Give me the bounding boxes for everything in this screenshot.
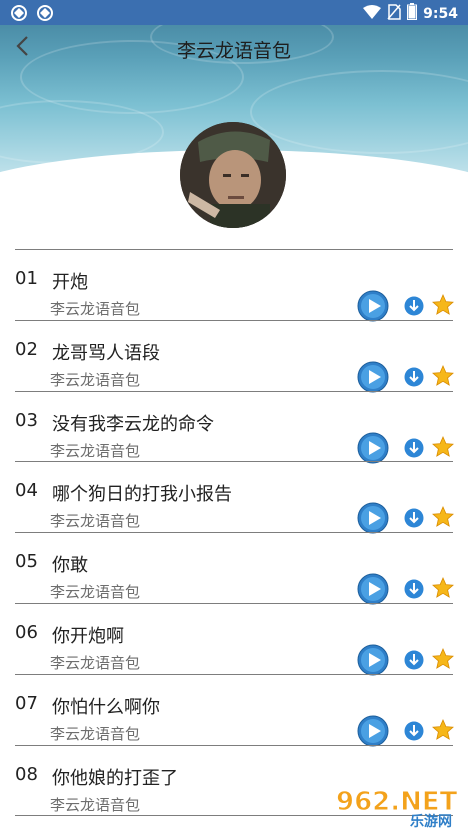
play-icon[interactable]	[357, 715, 389, 747]
page-title: 李云龙语音包	[176, 40, 291, 62]
track-row[interactable]: 03 没有我李云龙的命令 李云龙语音包	[0, 392, 468, 464]
track-title: 你敢	[52, 555, 88, 577]
download-icon[interactable]	[404, 438, 424, 458]
track-number: 03	[15, 409, 38, 431]
watermark-subtext: 乐游网	[410, 813, 452, 829]
status-bar: 9:54	[0, 0, 468, 25]
track-title: 你开炮啊	[52, 625, 124, 647]
track-artist: 李云龙语音包	[50, 724, 141, 743]
track-artist: 李云龙语音包	[50, 441, 141, 460]
avatar	[180, 122, 286, 228]
favorite-star-icon[interactable]	[432, 718, 454, 741]
track-row[interactable]: 01 开炮 李云龙语音包	[0, 250, 468, 322]
no-sim-icon	[387, 3, 401, 24]
favorite-star-icon[interactable]	[432, 577, 454, 599]
download-icon[interactable]	[404, 367, 424, 387]
track-number: 04	[15, 480, 38, 502]
favorite-star-icon[interactable]	[432, 647, 454, 670]
download-icon[interactable]	[404, 296, 424, 316]
favorite-star-icon[interactable]	[432, 506, 454, 528]
track-row[interactable]: 02 龙哥骂人语段 李云龙语音包	[0, 321, 468, 393]
favorite-star-icon[interactable]	[432, 294, 454, 316]
favorite-star-icon[interactable]	[432, 364, 454, 387]
wifi-icon	[363, 4, 382, 23]
download-icon[interactable]	[404, 579, 424, 599]
track-row[interactable]: 06 你开炮啊 李云龙语音包	[0, 604, 468, 676]
play-icon[interactable]	[357, 573, 389, 605]
track-title: 龙哥骂人语段	[52, 342, 160, 364]
track-list: 01 开炮 李云龙语音包 02 龙哥骂人语段 李云龙语音包 03 没有我李云龙的…	[0, 250, 468, 817]
play-icon[interactable]	[357, 502, 389, 534]
battery-icon	[407, 3, 418, 24]
track-artist: 李云龙语音包	[50, 653, 141, 672]
favorite-star-icon[interactable]	[432, 435, 454, 458]
track-number: 08	[15, 763, 38, 785]
track-row[interactable]: 07 你怕什么啊你 李云龙语音包	[0, 675, 468, 747]
play-icon[interactable]	[357, 290, 389, 322]
track-artist: 李云龙语音包	[50, 583, 141, 602]
track-row[interactable]: 04 哪个狗日的打我小报告 李云龙语音包	[0, 462, 468, 534]
track-title: 你怕什么啊你	[52, 696, 160, 718]
track-number: 02	[15, 338, 38, 360]
watermark-text: 962.NET	[336, 787, 458, 817]
app-notification-icon-2	[36, 4, 54, 26]
track-number: 07	[15, 692, 38, 714]
track-artist: 李云龙语音包	[50, 370, 141, 389]
status-time: 9:54	[423, 5, 458, 22]
play-icon[interactable]	[357, 644, 389, 676]
track-title: 你他娘的打歪了	[52, 767, 178, 789]
track-row[interactable]: 05 你敢 李云龙语音包	[0, 533, 468, 605]
track-artist: 李云龙语音包	[50, 300, 141, 318]
track-number: 01	[15, 268, 38, 289]
download-icon[interactable]	[404, 508, 424, 528]
download-icon[interactable]	[404, 721, 424, 741]
play-icon[interactable]	[357, 432, 389, 464]
track-number: 06	[15, 621, 38, 643]
track-artist: 李云龙语音包	[50, 512, 141, 531]
download-icon[interactable]	[404, 650, 424, 670]
track-artist: 李云龙语音包	[50, 795, 141, 814]
play-icon[interactable]	[357, 361, 389, 393]
track-title: 哪个狗日的打我小报告	[52, 484, 232, 506]
watermark-logo: 962.NET 乐游网	[330, 783, 466, 831]
app-notification-icon	[10, 4, 28, 26]
track-number: 05	[15, 551, 38, 573]
track-title: 没有我李云龙的命令	[52, 413, 214, 435]
track-title: 开炮	[52, 272, 88, 293]
